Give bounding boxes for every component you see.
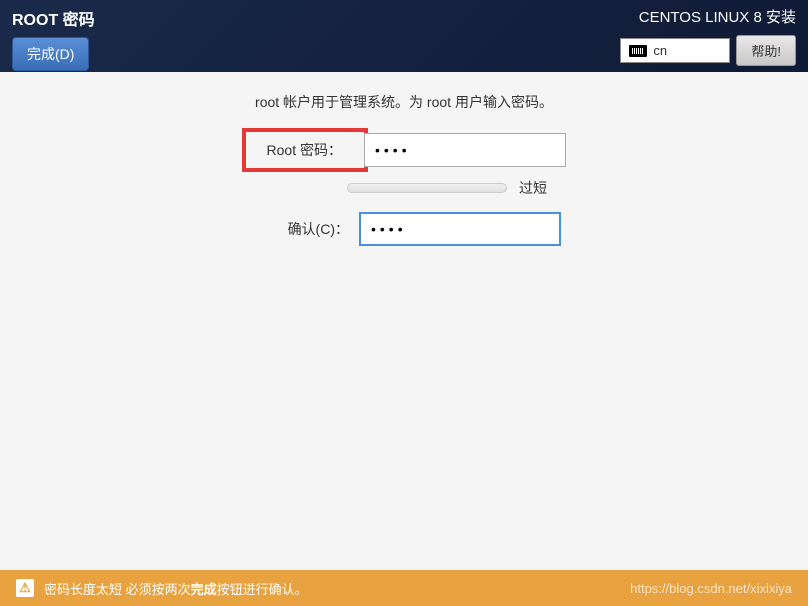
password-strength-text: 过短 — [519, 178, 559, 198]
help-button[interactable]: 帮助! — [736, 35, 796, 66]
keyboard-icon — [629, 45, 647, 57]
keyboard-layout-selector[interactable]: cn — [620, 38, 730, 63]
header-left: ROOT 密码 完成(D) — [12, 6, 95, 71]
page-title: ROOT 密码 — [12, 6, 95, 30]
keyboard-layout-text: cn — [653, 43, 667, 58]
password-label-highlight: Root 密码： — [242, 128, 368, 172]
description-text: root 帐户用于管理系统。为 root 用户输入密码。 — [40, 92, 768, 112]
header-bar: ROOT 密码 完成(D) CENTOS LINUX 8 安装 cn 帮助! — [0, 0, 808, 72]
confirm-password-input[interactable] — [359, 212, 561, 246]
done-button[interactable]: 完成(D) — [12, 37, 89, 71]
strength-row: 过短 — [138, 178, 768, 198]
warning-text: 密码长度太短 必须按两次完成按钮进行确认。 — [44, 579, 308, 598]
warning-icon: ⚠ — [16, 579, 34, 597]
password-label: Root 密码： — [252, 140, 352, 160]
warning-left: ⚠ 密码长度太短 必须按两次完成按钮进行确认。 — [16, 579, 308, 598]
password-strength-bar — [347, 183, 507, 193]
confirm-row: 确认(C)： — [40, 212, 768, 246]
header-controls: cn 帮助! — [620, 35, 796, 66]
install-title: CENTOS LINUX 8 安装 — [639, 6, 796, 27]
header-right: CENTOS LINUX 8 安装 cn 帮助! — [620, 6, 796, 66]
content-area: root 帐户用于管理系统。为 root 用户输入密码。 Root 密码： 过短… — [0, 72, 808, 570]
password-row: Root 密码： — [40, 128, 768, 172]
confirm-label: 确认(C)： — [247, 219, 359, 239]
root-password-input[interactable] — [364, 133, 566, 167]
watermark-text: https://blog.csdn.net/xixixiya — [630, 581, 792, 596]
warning-bar: ⚠ 密码长度太短 必须按两次完成按钮进行确认。 https://blog.csd… — [0, 570, 808, 606]
